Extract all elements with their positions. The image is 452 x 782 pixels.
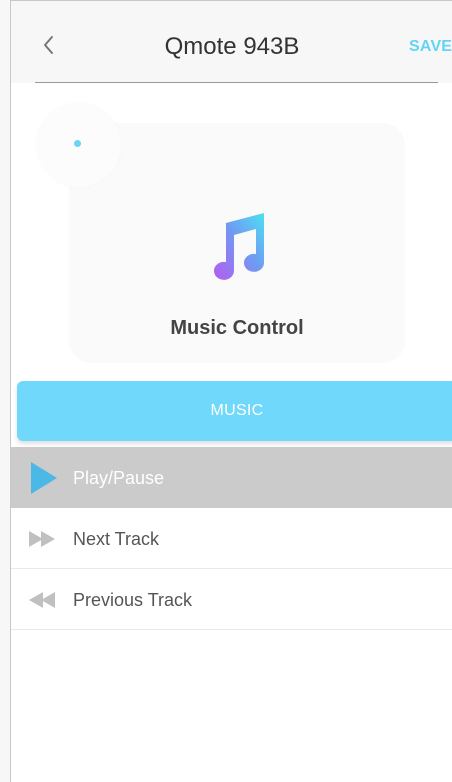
fast-forward-icon [29, 531, 55, 547]
music-control-card: Music Control [69, 123, 405, 363]
list-item-next-track[interactable]: Next Track [11, 508, 452, 569]
save-button[interactable]: SAVE [409, 38, 452, 56]
music-note-icon [214, 213, 264, 280]
list-item-label: Play/Pause [73, 468, 165, 488]
indicator-dot [74, 140, 81, 147]
list-item-label: Next Track [73, 529, 160, 549]
action-list: Play/Pause Next Track Previous Track [11, 447, 452, 630]
header: Qmote 943B SAVE [11, 1, 452, 83]
list-item-previous-track[interactable]: Previous Track [11, 569, 452, 630]
list-item-label: Previous Track [73, 590, 193, 610]
page-title: Qmote 943B [164, 33, 300, 60]
list-item-play-pause[interactable]: Play/Pause [11, 447, 452, 508]
app-screen: Qmote 943B SAVE Music Control MUSIC Play… [10, 0, 452, 782]
rewind-icon [29, 592, 55, 608]
play-icon [31, 462, 57, 494]
music-category-label: MUSIC [210, 402, 264, 419]
card-label: Music Control [170, 317, 304, 339]
music-category-button[interactable]: MUSIC [17, 381, 452, 441]
indicator-toggle[interactable] [37, 103, 121, 187]
